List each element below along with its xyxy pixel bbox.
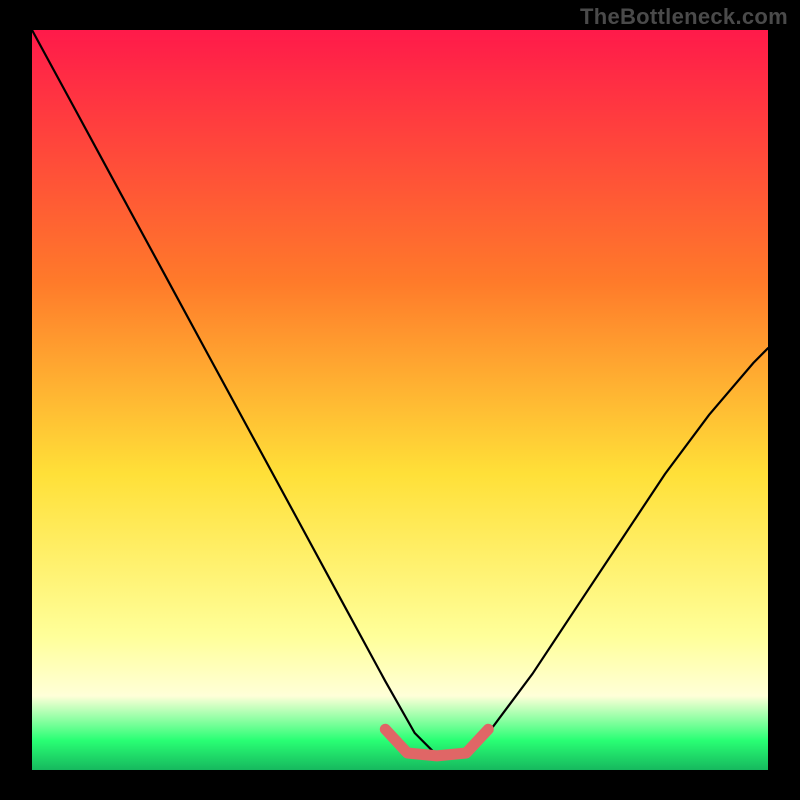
- gradient-background: [32, 30, 768, 770]
- chart-stage: TheBottleneck.com: [0, 0, 800, 800]
- watermark-text: TheBottleneck.com: [580, 4, 788, 30]
- bottleneck-chart: [0, 0, 800, 800]
